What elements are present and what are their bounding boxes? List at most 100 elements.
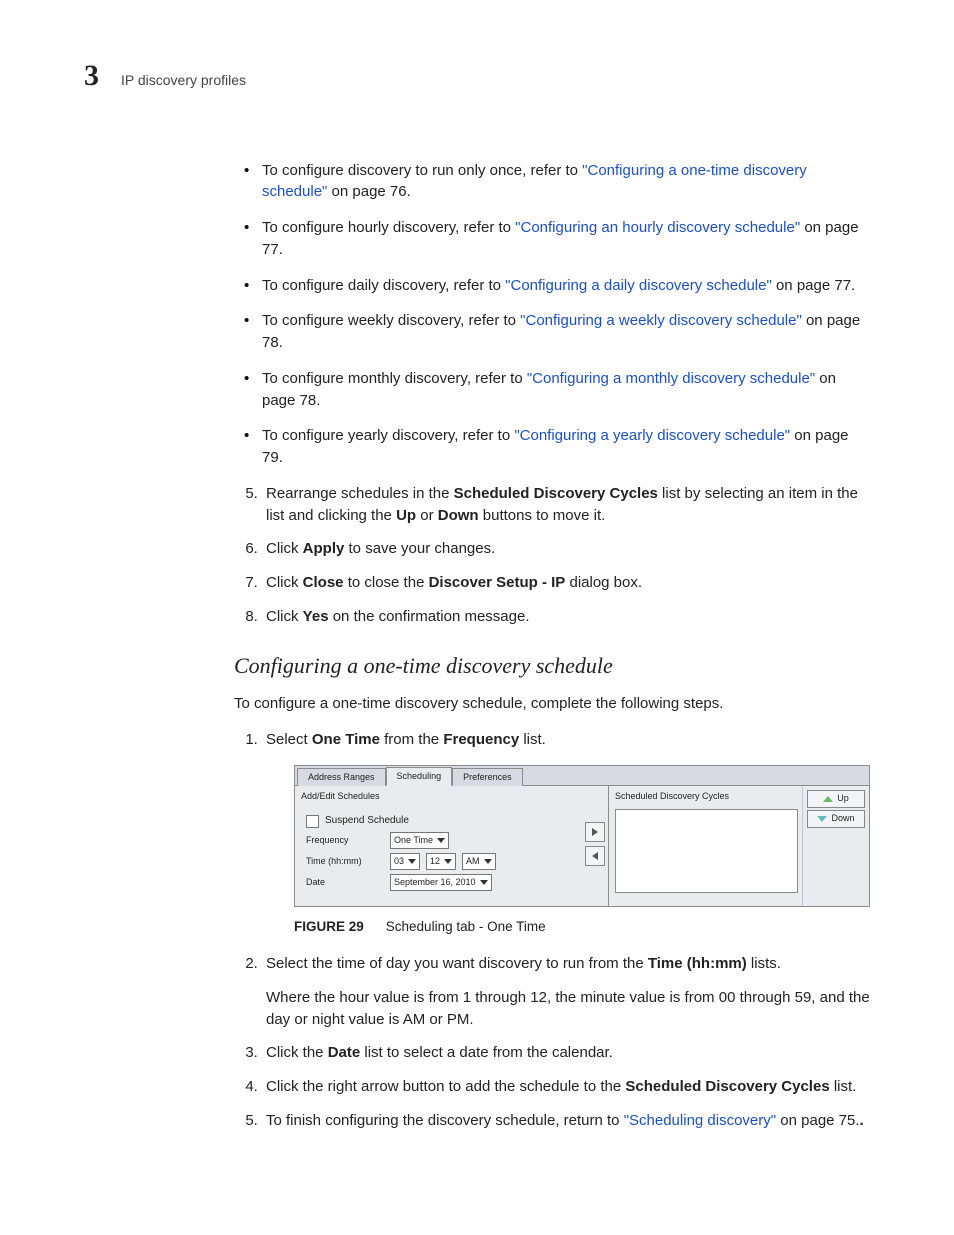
text: lists. xyxy=(747,955,781,972)
panel-title: Add/Edit Schedules xyxy=(301,790,576,803)
bullet-list: To configure discovery to run only once,… xyxy=(234,160,870,469)
text: Click xyxy=(266,574,303,591)
chevron-down-icon xyxy=(408,859,416,864)
panel-title: Scheduled Discovery Cycles xyxy=(615,790,796,803)
section-heading: Configuring a one-time discovery schedul… xyxy=(234,650,870,682)
date-select[interactable]: September 16, 2010 xyxy=(390,874,492,891)
arrow-right-icon xyxy=(590,827,600,837)
period: . xyxy=(860,1112,864,1129)
text: on page 76. xyxy=(327,183,410,200)
time-label: Time (hh:mm) xyxy=(306,855,384,868)
tab-preferences[interactable]: Preferences xyxy=(452,768,523,786)
scheduled-cycles-list[interactable] xyxy=(615,809,798,893)
bullet-item: To configure hourly discovery, refer to … xyxy=(262,217,870,261)
time-ampm-select[interactable]: AM xyxy=(462,853,496,870)
ampm-value: AM xyxy=(466,855,480,868)
dialog-tabs: Address Ranges Scheduling Preferences xyxy=(295,766,869,786)
frequency-select[interactable]: One Time xyxy=(390,832,449,849)
arrow-up-icon xyxy=(823,796,833,802)
bold-text: Apply xyxy=(303,540,345,557)
suspend-schedule-label: Suspend Schedule xyxy=(325,814,409,829)
figure-caption: FIGURE 29 Scheduling tab - One Time xyxy=(294,917,870,937)
time-hour-select[interactable]: 03 xyxy=(390,853,420,870)
scheduled-cycles-panel: Scheduled Discovery Cycles xyxy=(609,786,802,907)
scheduling-discovery-link[interactable]: "Scheduling discovery" xyxy=(624,1112,776,1129)
step-5: Rearrange schedules in the Scheduled Dis… xyxy=(262,483,870,527)
button-label: Down xyxy=(831,812,854,825)
cross-reference-link[interactable]: "Configuring an hourly discovery schedul… xyxy=(515,219,800,236)
text: To finish configuring the discovery sche… xyxy=(266,1112,624,1129)
step-b-2: Select the time of day you want discover… xyxy=(262,953,870,1030)
date-value: September 16, 2010 xyxy=(394,876,476,889)
text: list. xyxy=(830,1078,857,1095)
frequency-value: One Time xyxy=(394,834,433,847)
chevron-down-icon xyxy=(444,859,452,864)
step-8: Click Yes on the confirmation message. xyxy=(262,606,870,628)
text: To configure daily discovery, refer to xyxy=(262,277,505,294)
numbered-steps-b: Select One Time from the Frequency list.… xyxy=(234,729,870,1131)
chevron-down-icon xyxy=(480,880,488,885)
date-label: Date xyxy=(306,876,384,889)
tab-address-ranges[interactable]: Address Ranges xyxy=(297,768,386,786)
section-intro: To configure a one-time discovery schedu… xyxy=(234,693,870,715)
move-up-button[interactable]: Up xyxy=(807,790,865,808)
text: Rearrange schedules in the xyxy=(266,485,454,502)
bullet-item: To configure monthly discovery, refer to… xyxy=(262,368,870,412)
cross-reference-link[interactable]: "Configuring a daily discovery schedule" xyxy=(505,277,772,294)
chapter-number: 3 xyxy=(84,54,99,98)
text: on page 77. xyxy=(772,277,855,294)
page-header: 3 IP discovery profiles xyxy=(84,54,870,98)
figure-number: FIGURE 29 xyxy=(294,919,364,934)
bullet-item: To configure yearly discovery, refer to … xyxy=(262,425,870,469)
bullet-item: To configure daily discovery, refer to "… xyxy=(262,275,870,297)
bold-text: Close xyxy=(303,574,344,591)
cross-reference-link[interactable]: "Configuring a weekly discovery schedule… xyxy=(520,312,802,329)
text: to close the xyxy=(344,574,429,591)
text: Click xyxy=(266,540,303,557)
text: to save your changes. xyxy=(344,540,495,557)
text: To configure weekly discovery, refer to xyxy=(262,312,520,329)
cross-reference-link[interactable]: "Configuring a monthly discovery schedul… xyxy=(527,370,815,387)
step-subtext: Where the hour value is from 1 through 1… xyxy=(266,987,870,1031)
bold-text: Discover Setup - IP xyxy=(429,574,566,591)
transfer-buttons xyxy=(582,786,608,907)
bullet-item: To configure weekly discovery, refer to … xyxy=(262,310,870,354)
frequency-label: Frequency xyxy=(306,834,384,847)
step-b-1: Select One Time from the Frequency list.… xyxy=(262,729,870,937)
time-minute-select[interactable]: 12 xyxy=(426,853,456,870)
bold-text: One Time xyxy=(312,731,380,748)
text: or xyxy=(416,507,438,524)
tab-scheduling[interactable]: Scheduling xyxy=(386,767,453,786)
figure-title: Scheduling tab - One Time xyxy=(386,919,546,934)
hour-value: 03 xyxy=(394,855,404,868)
bold-text: Down xyxy=(438,507,479,524)
text: on the confirmation message. xyxy=(329,608,530,625)
text: Click xyxy=(266,608,303,625)
text: Click the right arrow button to add the … xyxy=(266,1078,625,1095)
text: To configure yearly discovery, refer to xyxy=(262,427,514,444)
bold-text: Up xyxy=(396,507,416,524)
step-b-5: To finish configuring the discovery sche… xyxy=(262,1110,870,1132)
text: To configure hourly discovery, refer to xyxy=(262,219,515,236)
figure-29: Address Ranges Scheduling Preferences Ad… xyxy=(294,765,870,908)
numbered-steps-a: Rearrange schedules in the Scheduled Dis… xyxy=(234,483,870,628)
suspend-schedule-checkbox[interactable] xyxy=(306,815,319,828)
move-down-button[interactable]: Down xyxy=(807,810,865,828)
cross-reference-link[interactable]: "Configuring a yearly discovery schedule… xyxy=(514,427,790,444)
add-schedule-button[interactable] xyxy=(585,822,605,842)
chevron-down-icon xyxy=(437,838,445,843)
chapter-title: IP discovery profiles xyxy=(121,70,246,90)
text: Click the xyxy=(266,1044,328,1061)
scheduling-dialog: Address Ranges Scheduling Preferences Ad… xyxy=(294,765,870,908)
text: list to select a date from the calendar. xyxy=(360,1044,613,1061)
text: Select the time of day you want discover… xyxy=(266,955,648,972)
remove-schedule-button[interactable] xyxy=(585,846,605,866)
bold-text: Frequency xyxy=(443,731,519,748)
bullet-item: To configure discovery to run only once,… xyxy=(262,160,870,204)
text: dialog box. xyxy=(565,574,642,591)
minute-value: 12 xyxy=(430,855,440,868)
bold-text: Time (hh:mm) xyxy=(648,955,747,972)
bold-text: Scheduled Discovery Cycles xyxy=(625,1078,829,1095)
text: buttons to move it. xyxy=(479,507,606,524)
text: list. xyxy=(519,731,546,748)
